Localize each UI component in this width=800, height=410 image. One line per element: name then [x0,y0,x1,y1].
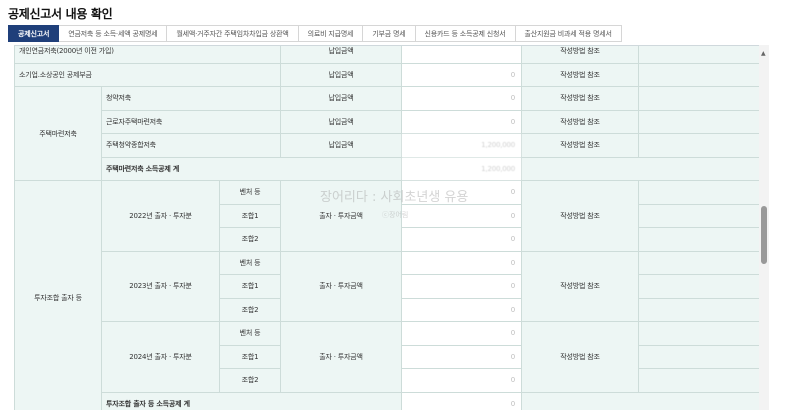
empty-cell [638,180,759,205]
year-label: 2023년 출자 · 투자분 [101,250,220,322]
row-label: 개인연금저축(2000년 이전 가입) [14,46,281,64]
table-row: 2023년 출자 · 투자분 벤처 등 출자 · 투자금액 0 작성방법 참조 [15,250,759,322]
tab-medical-expenses[interactable]: 의료비 지급명세 [298,25,364,42]
row-type: 납입금액 [280,46,402,64]
amount-cell: 0 [401,86,522,111]
subtotal-amount: 1,200,000 [401,156,522,181]
amount-cell: 0 [401,180,522,205]
sub-label: 조합2 [219,227,281,252]
empty-cell [638,227,759,252]
table-row: 주택청약종합저축 납입금액 1,200,000 작성방법 참조 [15,133,759,158]
table-row: 투자조합 출자 등 2022년 출자 · 투자분 벤처 등 출자 · 투자금액 … [14,180,759,410]
amount-cell: 0 [401,297,522,322]
row-note: 작성방법 참조 [521,250,639,322]
row-type: 납입금액 [280,86,402,111]
amount-cell: 0 [401,109,522,134]
empty-cell [638,133,759,158]
amount-cell: 0 [401,274,522,299]
tab-deduction-report[interactable]: 공제신고서 [8,25,60,42]
table-row: 개인연금저축(2000년 이전 가입) 납입금액 작성방법 참조 [14,46,759,64]
amount-cell: 0 [401,227,522,252]
page-title: 공제신고서 내용 확인 [8,7,113,21]
year-label: 2022년 출자 · 투자분 [101,180,220,252]
subtotal-label: 투자조합 출자 등 소득공제 계 [101,391,402,410]
row-label: 주택청약종합저축 [101,133,281,158]
row-type: 출자 · 투자금액 [280,250,402,322]
row-label: 소기업.소상공인 공제부금 [14,62,281,87]
row-note: 작성방법 참조 [521,133,639,158]
amount-cell [401,46,522,64]
year-label: 2024년 출자 · 투자분 [101,321,220,393]
group-label: 투자조합 출자 등 [14,180,102,410]
tab-credit-card[interactable]: 신용카드 등 소득공제 신청서 [415,25,516,42]
empty-cell [638,86,759,111]
deduction-table-viewport: 개인연금저축(2000년 이전 가입) 납입금액 작성방법 참조 소기업.소상공… [14,45,759,410]
empty-cell [638,46,759,64]
amount-cell: 1,200,000 [401,133,522,158]
row-note: 작성방법 참조 [521,62,639,87]
table-row: 소기업.소상공인 공제부금 납입금액 0 작성방법 참조 [14,62,759,87]
empty-cell [638,297,759,322]
empty-cell [638,321,759,346]
tab-monthly-rent[interactable]: 월세액·거주자간 주택임차차입금 상환액 [167,25,299,42]
sub-label: 벤처 등 [219,180,281,205]
subtotal-label: 주택마련저축 소득공제 계 [101,156,402,181]
row-note: 작성방법 참조 [521,86,639,111]
tab-pension-savings[interactable]: 연금저축 등 소득·세액 공제명세 [59,25,168,42]
sub-label: 조합2 [219,297,281,322]
sub-label: 조합2 [219,368,281,393]
empty-cell [638,109,759,134]
empty-cell [521,391,759,410]
sub-label: 조합1 [219,274,281,299]
row-note: 작성방법 참조 [521,180,639,252]
amount-cell: 0 [401,250,522,275]
amount-cell: 0 [401,321,522,346]
row-type: 납입금액 [280,133,402,158]
table-row: 2024년 출자 · 투자분 벤처 등 출자 · 투자금액 0 작성방법 참조 [15,321,759,393]
sub-label: 벤처 등 [219,250,281,275]
sub-label: 조합1 [219,344,281,369]
empty-cell [638,344,759,369]
row-label: 근로자주택마련저축 [101,109,281,134]
row-type: 출자 · 투자금액 [280,321,402,393]
table-row: 투자조합 출자 등 소득공제 계 0 [15,391,759,410]
row-type: 납입금액 [280,109,402,134]
sub-label: 조합1 [219,203,281,228]
empty-cell [638,62,759,87]
subtotal-amount: 0 [401,391,522,410]
row-note: 작성방법 참조 [521,321,639,393]
sub-label: 벤처 등 [219,321,281,346]
empty-cell [521,156,759,181]
empty-cell [638,250,759,275]
amount-cell: 0 [401,368,522,393]
row-label: 청약저축 [101,86,281,111]
row-note: 작성방법 참조 [521,46,639,64]
tab-donations[interactable]: 기부금 명세 [363,25,416,42]
table-row: 근로자주택마련저축 납입금액 0 작성방법 참조 [15,109,759,134]
amount-cell: 0 [401,344,522,369]
empty-cell [638,368,759,393]
empty-cell [638,274,759,299]
amount-cell: 0 [401,203,522,228]
table-row: 주택마련저축 청약저축 납입금액 0 작성방법 참조 [14,86,759,181]
empty-cell [638,203,759,228]
tab-bar: 공제신고서 연금저축 등 소득·세액 공제명세 월세액·거주자간 주택임차차입금… [8,25,622,42]
table-row: 주택마련저축 소득공제 계 1,200,000 [15,156,759,181]
scrollbar-thumb[interactable] [761,206,767,264]
row-note: 작성방법 참조 [521,109,639,134]
scroll-up-arrow-icon[interactable]: ▲ [761,50,766,57]
group-label: 주택마련저축 [14,86,102,181]
row-type: 출자 · 투자금액 [280,180,402,252]
row-type: 납입금액 [280,62,402,87]
tab-birth-support[interactable]: 출산지원금 비과세 적용 명세서 [515,25,622,42]
deduction-table: 개인연금저축(2000년 이전 가입) 납입금액 작성방법 참조 소기업.소상공… [14,46,759,410]
amount-cell: 0 [401,62,522,87]
